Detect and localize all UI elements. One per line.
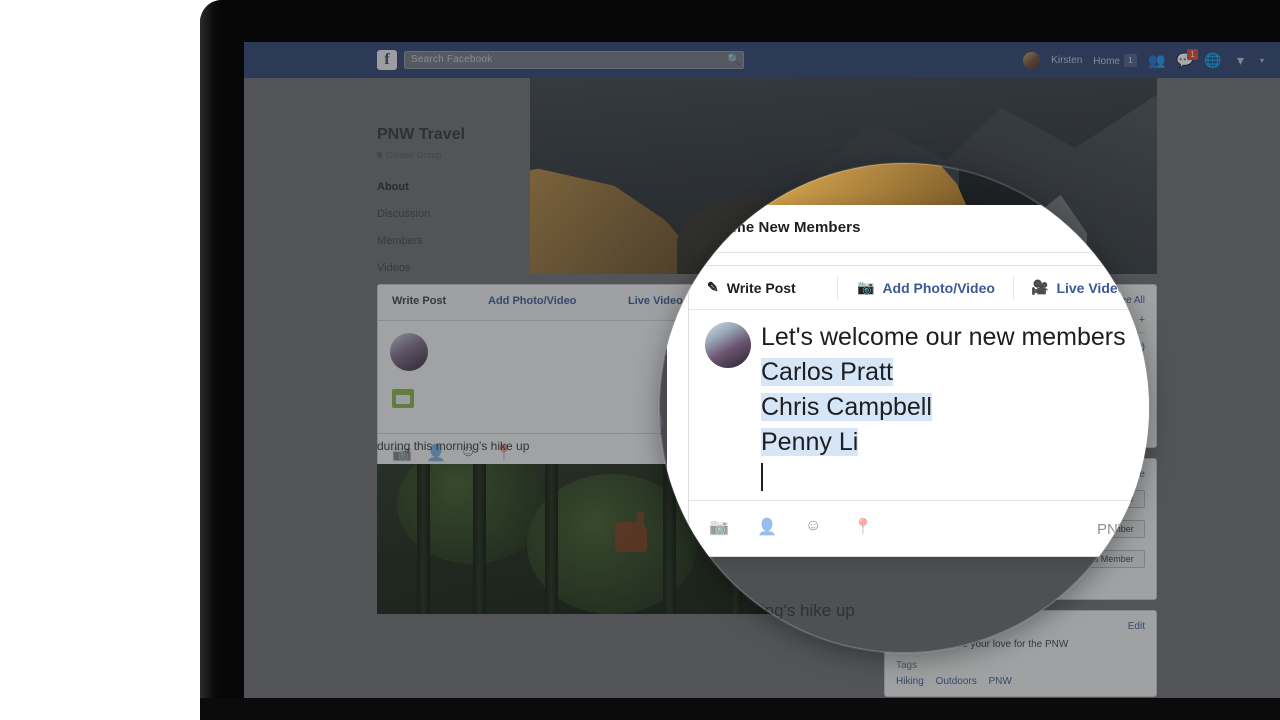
welcome-dialog-magnified: Welcome New Members ✎ Write Post 📷 Add P… — [667, 205, 1149, 557]
magnified-feed-post-text: during this morning's hike up — [659, 601, 855, 620]
pencil-icon: ✎ — [707, 279, 719, 295]
divider — [1141, 276, 1142, 300]
tag-person-icon[interactable]: 👤 — [757, 517, 781, 541]
post-text-mention-2: Chris Campbell — [761, 393, 932, 421]
tab-live-video-label: Live Video — [1056, 279, 1127, 296]
tab-add-photo-video[interactable]: 📷 Add Photo/Video — [857, 279, 995, 296]
emoji-icon[interactable]: ☺ — [805, 517, 829, 541]
composer-tabs: ✎ Write Post 📷 Add Photo/Video 🎥 Live Vi… — [689, 266, 1149, 310]
composer-audience-label[interactable]: PNW T — [1097, 521, 1145, 538]
magnifier-lens: About Discussion Members Videos Photos F… — [659, 163, 1149, 653]
sidebar-item-videos[interactable]: Videos — [659, 163, 727, 177]
divider — [837, 276, 838, 300]
post-text-mention-1: Carlos Pratt — [761, 358, 893, 386]
screenshot-root: f Search Facebook 🔍 Kirsten Home 1 👥 💬 1 … — [0, 0, 1280, 720]
video-icon: 🎥 — [1031, 279, 1049, 295]
tab-add-photo-video-label: Add Photo/Video — [882, 279, 995, 296]
laptop-base — [200, 698, 1280, 720]
laptop-bezel — [200, 0, 226, 720]
avatar — [705, 322, 751, 368]
camera-icon: 📷 — [857, 279, 875, 295]
dialog-title: Welcome New Members — [688, 219, 861, 236]
magnifier-content: About Discussion Members Videos Photos F… — [659, 163, 1149, 653]
tab-write-post-label: Write Post — [726, 279, 796, 296]
composer-footer: 📷 👤 ☺ 📍 PNW T — [689, 500, 1149, 556]
post-text-line-1: Let's welcome our new members — [761, 323, 1126, 351]
laptop-screen: f Search Facebook 🔍 Kirsten Home 1 👥 💬 1 … — [244, 42, 1280, 698]
location-icon[interactable]: 📍 — [853, 517, 877, 541]
divider — [1013, 276, 1014, 300]
tab-live-video[interactable]: 🎥 Live Video — [1031, 279, 1126, 296]
text-cursor — [761, 463, 763, 491]
post-text-mention-3: Penny Li — [761, 428, 859, 456]
post-composer-magnified: ✎ Write Post 📷 Add Photo/Video 🎥 Live Vi… — [688, 265, 1149, 557]
tab-write-post[interactable]: ✎ Write Post — [707, 279, 796, 296]
camera-icon[interactable]: 📷 — [709, 517, 733, 541]
avatar — [659, 401, 663, 453]
post-text: Let's welcome our new members Carlos Pra… — [761, 320, 1149, 495]
composer-text-area[interactable]: Let's welcome our new members Carlos Pra… — [689, 310, 1149, 500]
dialog-header: Welcome New Members — [667, 205, 1137, 253]
